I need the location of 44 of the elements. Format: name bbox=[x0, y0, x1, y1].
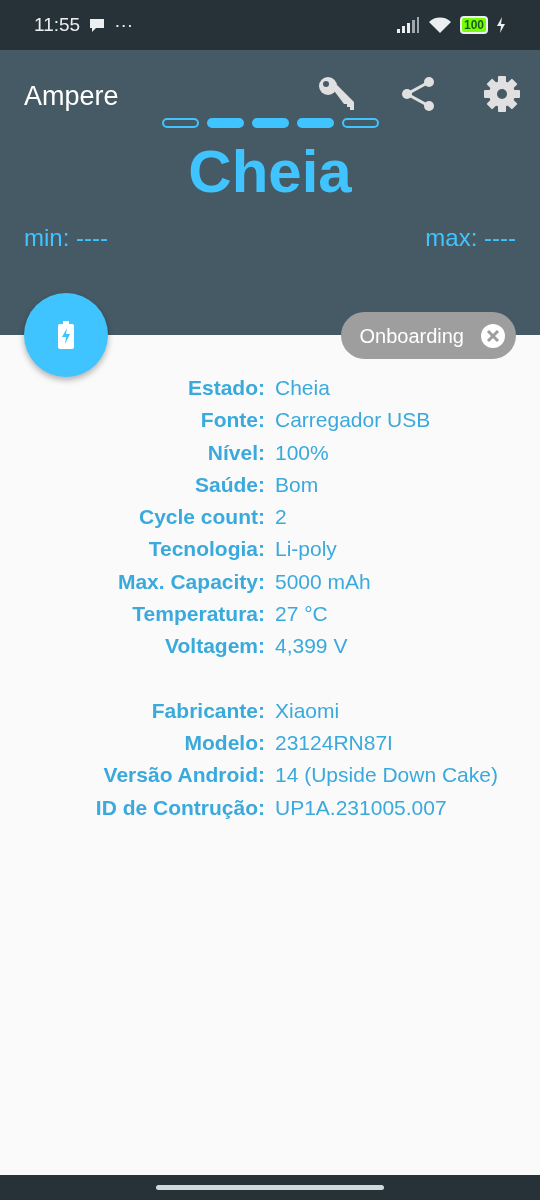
info-value: Cheia bbox=[275, 375, 331, 401]
info-value: Carregador USB bbox=[275, 407, 432, 434]
info-label: Modelo: bbox=[183, 729, 265, 756]
info-label: Tecnologia: bbox=[147, 536, 265, 563]
info-label: Max. Capacity: bbox=[116, 568, 265, 595]
info-label: Cycle count: bbox=[137, 504, 265, 531]
battery-charging-icon bbox=[58, 321, 74, 349]
info-label: Versão Android: bbox=[102, 762, 265, 789]
min-reading: min: ---- bbox=[24, 223, 108, 253]
info-label: Fabricante: bbox=[150, 697, 265, 724]
overflow-dots: ··· bbox=[114, 12, 134, 37]
info-value: 100% bbox=[275, 439, 330, 466]
info-value: 14 (Upside Down Cake) bbox=[275, 762, 499, 789]
app-title: Ampere bbox=[24, 80, 119, 113]
info-label: Nível: bbox=[206, 439, 265, 466]
settings-icon bbox=[483, 75, 521, 113]
onboarding-chip[interactable]: Onboarding bbox=[341, 312, 516, 359]
info-value: 23124RN87I bbox=[275, 729, 394, 756]
battery-indicator: 100 bbox=[459, 16, 488, 34]
share-icon bbox=[401, 76, 437, 112]
info-value: 27 °C bbox=[275, 601, 329, 628]
info-value: Li-poly bbox=[275, 536, 338, 563]
battery-button[interactable] bbox=[24, 293, 108, 377]
info-value: Xiaomi bbox=[275, 697, 341, 724]
clock-time: 11:55 bbox=[34, 12, 81, 37]
home-handle[interactable] bbox=[156, 1185, 384, 1190]
info-value: Bom bbox=[275, 471, 320, 498]
info-value: 5000 mAh bbox=[275, 568, 372, 595]
info-value: 4,399 V bbox=[275, 633, 349, 660]
wifi-icon bbox=[427, 16, 452, 34]
chat-icon bbox=[88, 17, 107, 33]
info-label: Saúde: bbox=[194, 471, 265, 498]
signal-icon bbox=[395, 17, 420, 33]
info-label: Fonte: bbox=[199, 407, 265, 434]
bolt-icon bbox=[496, 17, 506, 33]
info-label: Estado: bbox=[187, 375, 265, 401]
max-reading: max: ---- bbox=[425, 223, 516, 253]
info-label: ID de Contrução: bbox=[94, 794, 265, 821]
info-label: Temperatura: bbox=[131, 601, 265, 628]
info-label: Voltagem: bbox=[164, 633, 265, 660]
info-value: 2 bbox=[275, 504, 288, 531]
info-value: UP1A.231005.007 bbox=[275, 794, 448, 821]
chip-label: Onboarding bbox=[359, 323, 464, 349]
battery-state: Cheia bbox=[188, 138, 352, 205]
